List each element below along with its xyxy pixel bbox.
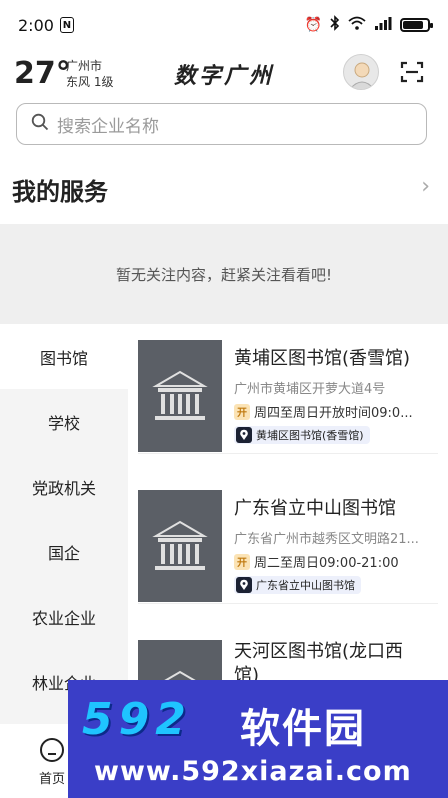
location-pin-icon	[236, 427, 252, 443]
watermark-banner: 592 软件园 www.592xiazai.com	[68, 680, 448, 798]
list-item[interactable]: 广东省立中山图书馆 广东省广州市越秀区文明路21... 开 周二至周日09:00…	[138, 474, 438, 604]
library-address: 广东省广州市越秀区文明路21...	[234, 532, 419, 547]
library-hours: 开 周二至周日09:00-21:00	[234, 552, 434, 571]
header: 27° 广州市 东风 1级 数字广州	[0, 52, 448, 96]
services-section: 我的服务 ›	[0, 154, 448, 224]
empty-state-text: 暂无关注内容，赶紧关注看看吧!	[115, 265, 332, 284]
tab-home-label: 首页	[38, 772, 65, 787]
library-address: 广州市黄埔区开萝大道4号	[234, 382, 386, 397]
library-tag: 黄埔区图书馆(香雪馆)	[234, 426, 370, 444]
bluetooth-icon	[330, 15, 340, 35]
chevron-right-icon[interactable]: ›	[421, 174, 430, 199]
status-time: 2:00	[18, 15, 54, 35]
library-name: 广东省立中山图书馆	[234, 498, 396, 519]
home-icon	[40, 738, 64, 762]
nfc-icon: N	[59, 17, 74, 33]
library-thumbnail	[138, 490, 222, 602]
list-item[interactable]: 黄埔区图书馆(香雪馆) 广州市黄埔区开萝大道4号 开 周四至周日开放时间09:0…	[138, 324, 438, 454]
category-item-agriculture[interactable]: 农业企业	[0, 584, 128, 649]
battery-icon	[400, 18, 433, 32]
battery-fill	[403, 21, 423, 29]
category-item-government[interactable]: 党政机关	[0, 454, 128, 519]
hours-text: 周二至周日09:00-21:00	[254, 556, 399, 571]
category-item-library[interactable]: 图书馆	[0, 324, 128, 389]
library-thumbnail	[138, 340, 222, 452]
watermark-url: www.592xiazai.com	[94, 756, 412, 787]
category-sidebar: 图书馆 学校 党政机关 国企 农业企业 林业企业	[0, 324, 128, 724]
services-title: 我的服务	[12, 178, 108, 206]
tag-text: 广东省立中山图书馆	[256, 579, 355, 592]
library-tag: 广东省立中山图书馆	[234, 576, 361, 594]
tab-home[interactable]: 首页	[32, 738, 72, 787]
library-hours: 开 周四至周日开放时间09:0...	[234, 402, 434, 421]
hours-text: 周四至周日开放时间09:0...	[254, 406, 413, 421]
status-left: 2:00 N	[18, 16, 74, 35]
search-input[interactable]: 搜索企业名称	[57, 112, 159, 137]
open-badge: 开	[234, 403, 250, 420]
app-title: 数字广州	[173, 63, 274, 89]
watermark-brand: 软件园	[240, 706, 366, 752]
scan-icon[interactable]	[400, 60, 424, 84]
search-bar[interactable]: 搜索企业名称	[16, 103, 427, 145]
tag-text: 黄埔区图书馆(香雪馆)	[256, 429, 364, 442]
watermark-number: 592	[82, 694, 192, 745]
services-empty-state: 暂无关注内容，赶紧关注看看吧!	[0, 224, 448, 324]
alarm-icon: ⏰	[304, 17, 322, 33]
open-badge: 开	[234, 553, 250, 570]
search-icon	[31, 113, 49, 135]
wifi-icon	[348, 16, 366, 34]
status-icons: ⏰	[304, 15, 433, 35]
building-icon	[152, 370, 208, 420]
library-list: 黄埔区图书馆(香雪馆) 广州市黄埔区开萝大道4号 开 周四至周日开放时间09:0…	[128, 324, 448, 724]
building-icon	[152, 520, 208, 570]
category-item-soe[interactable]: 国企	[0, 519, 128, 584]
status-bar: 2:00 N ⏰	[0, 0, 448, 50]
signal-icon	[374, 16, 392, 34]
library-name: 黄埔区图书馆(香雪馆)	[234, 348, 411, 369]
category-item-school[interactable]: 学校	[0, 389, 128, 454]
avatar[interactable]	[343, 54, 379, 90]
location-pin-icon	[236, 577, 252, 593]
